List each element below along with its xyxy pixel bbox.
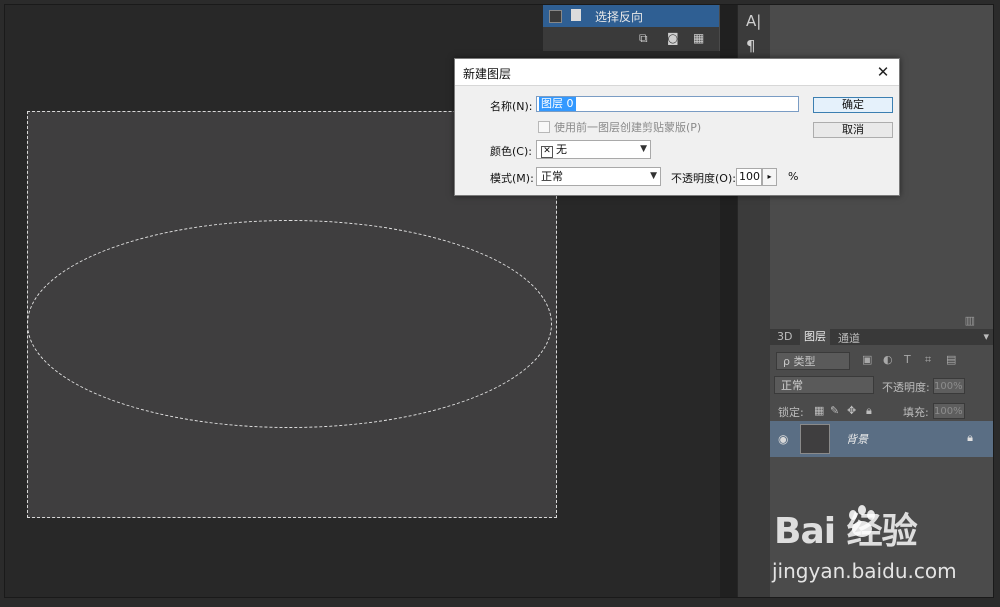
mode-select[interactable]: 正常 ▼ (536, 167, 661, 186)
watermark: Bai 经验 jingyan.baidu.com (772, 502, 957, 592)
mode-value: 正常 (541, 170, 563, 183)
app-window: 选择反向 ⧉ ◙ ▦ A| ¶ ▥ 3D 图层 通道 ▾ ρ 类型 ▣ ◐ T … (5, 5, 993, 597)
tab-layers[interactable]: 图层 (800, 329, 830, 345)
shape-filter-icon[interactable]: ⌗ (925, 353, 931, 367)
cancel-button[interactable]: 取消 (813, 122, 893, 138)
text-tool-icon[interactable]: A| (746, 12, 761, 30)
watermark-logo: Bai 经验 (774, 511, 918, 552)
lock-transparent-icon[interactable]: ▦ (814, 404, 824, 417)
opacity-stepper[interactable]: ▸ (762, 168, 777, 186)
color-label: 颜色(C): (490, 145, 532, 158)
trash-icon[interactable]: ▦ (693, 31, 704, 45)
new-layer-dialog: 新建图层 ✕ 名称(N): 图层 0 使用前一图层创建剪贴蒙版(P) 颜色(C)… (454, 58, 900, 196)
history-panel: 选择反向 ⧉ ◙ ▦ (543, 5, 720, 51)
paragraph-icon[interactable]: ¶ (746, 37, 756, 55)
percent-sign: % (788, 170, 799, 183)
chevron-down-icon: ▼ (650, 171, 657, 181)
lock-move-icon[interactable]: ✥ (847, 404, 856, 417)
opacity-input[interactable]: 100% (933, 378, 965, 394)
dialog-titlebar: 新建图层 ✕ (455, 59, 899, 86)
new-document-icon[interactable]: ⧉ (639, 31, 648, 46)
close-icon[interactable]: ✕ (873, 62, 893, 82)
layer-name-input[interactable]: 图层 0 (536, 96, 799, 112)
fill-label: 填充: (903, 406, 929, 419)
opacity-label: 不透明度: (882, 381, 930, 394)
panel-menu-icon[interactable]: ▾ (983, 330, 989, 343)
layer-thumbnail (800, 424, 830, 454)
history-toolbar: ⧉ ◙ ▦ (543, 27, 719, 51)
opacity-input[interactable]: 100 (736, 168, 762, 186)
color-select[interactable]: ✕ 无 ▼ (536, 140, 651, 159)
no-color-icon: ✕ (541, 146, 553, 158)
history-state-icon (571, 9, 581, 21)
elliptical-selection[interactable] (27, 220, 552, 428)
clip-mask-label: 使用前一图层创建剪贴蒙版(P) (554, 121, 702, 134)
blend-mode-select[interactable]: 正常 (774, 376, 874, 394)
layer-name-value: 图层 0 (539, 97, 576, 111)
delete-icon[interactable]: ▥ (965, 314, 975, 327)
history-item-label: 选择反向 (595, 10, 644, 24)
layer-filter-select[interactable]: ρ 类型 (776, 352, 850, 370)
camera-icon[interactable]: ◙ (667, 31, 679, 45)
lock-label: 锁定: (778, 406, 804, 419)
lock-all-icon[interactable]: 🔒︎ (866, 404, 872, 418)
blend-row: 正常 不透明度: 100% (770, 372, 993, 398)
layer-lock-icon: 🔒︎ (967, 431, 973, 444)
pixel-filter-icon[interactable]: ▣ (862, 353, 872, 366)
watermark-url: jingyan.baidu.com (772, 559, 957, 583)
name-label: 名称(N): (490, 100, 533, 113)
type-filter-icon[interactable]: T (904, 353, 911, 366)
layer-row-background[interactable]: ◉ 背景 🔒︎ (770, 421, 993, 457)
opacity-label: 不透明度(O): (671, 172, 736, 185)
dialog-title: 新建图层 (463, 67, 512, 81)
tab-channels[interactable]: 通道 (838, 330, 860, 346)
ok-button[interactable]: 确定 (813, 97, 893, 113)
adjust-filter-icon[interactable]: ◐ (883, 353, 893, 366)
lock-brush-icon[interactable]: ✎ (830, 404, 839, 417)
visibility-eye-icon[interactable]: ◉ (778, 432, 788, 446)
mode-label: 模式(M): (490, 172, 534, 185)
lock-row: 锁定: ▦ ✎ ✥ 🔒︎ 填充: 100% (770, 397, 993, 423)
chevron-down-icon: ▼ (640, 144, 647, 154)
history-checkbox[interactable] (549, 10, 562, 23)
smart-filter-icon[interactable]: ▤ (946, 353, 956, 366)
fill-input[interactable]: 100% (933, 403, 965, 419)
layer-name[interactable]: 背景 (846, 431, 868, 447)
layers-panel-tabs: 3D 图层 通道 ▾ (770, 329, 993, 345)
tab-3d[interactable]: 3D (777, 330, 792, 343)
clip-mask-checkbox[interactable] (538, 121, 550, 133)
color-value: 无 (556, 143, 567, 156)
history-item[interactable]: 选择反向 (543, 5, 719, 27)
